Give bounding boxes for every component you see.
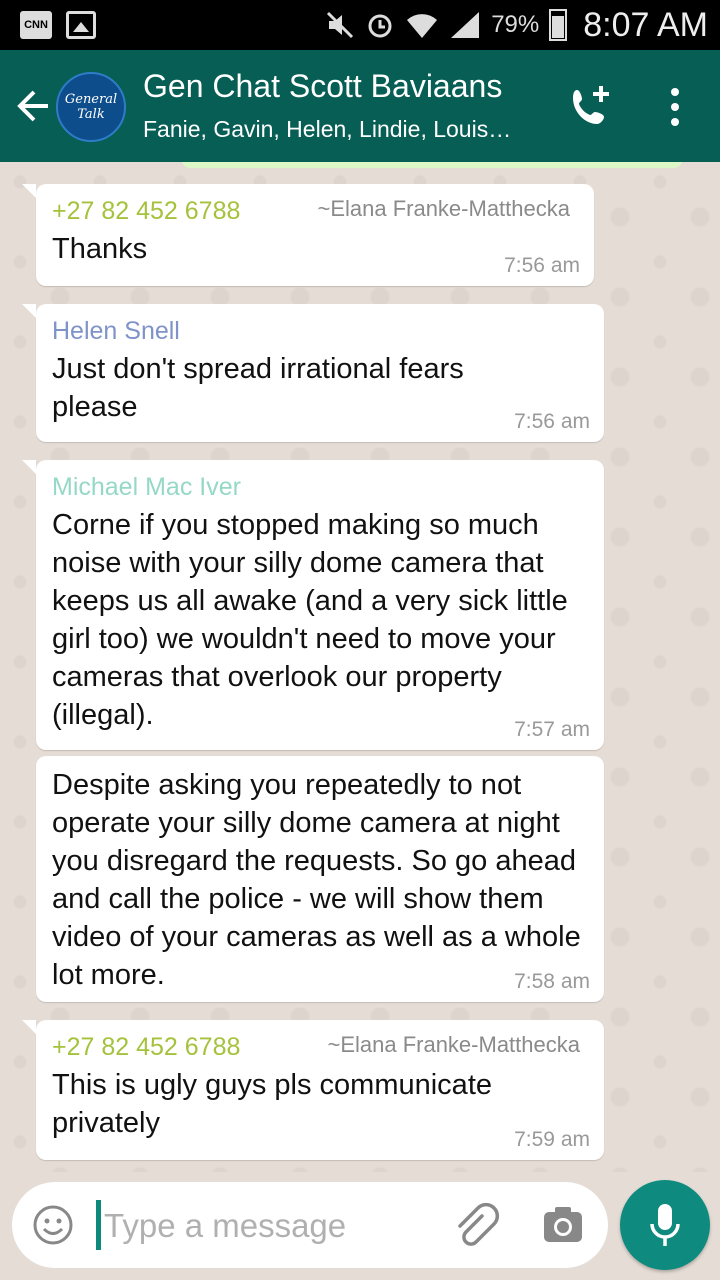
camera-icon[interactable] bbox=[542, 1204, 584, 1246]
clock: 8:07 AM bbox=[583, 5, 708, 44]
battery-percent: 79% bbox=[491, 11, 540, 38]
microphone-icon bbox=[650, 1204, 680, 1246]
message-text: Thanks bbox=[52, 233, 148, 265]
message-time: 7:59 am bbox=[514, 1128, 590, 1151]
message-list[interactable]: +27 82 452 6788 ~Elana Franke-Matthecka … bbox=[0, 162, 720, 1172]
previous-outgoing-bubble bbox=[182, 162, 682, 168]
message-composer bbox=[12, 1182, 608, 1268]
cnn-notification-icon: CNN bbox=[20, 11, 52, 39]
message-time: 7:56 am bbox=[504, 254, 580, 277]
message-bubble[interactable]: Michael Mac Iver Corne if you stopped ma… bbox=[22, 460, 604, 750]
message-bubble[interactable]: +27 82 452 6788 ~Elana Franke-Matthecka … bbox=[22, 184, 594, 286]
emoji-icon[interactable] bbox=[32, 1204, 74, 1246]
text-cursor bbox=[96, 1200, 101, 1250]
back-arrow-icon[interactable] bbox=[14, 88, 50, 124]
more-options-icon[interactable] bbox=[660, 82, 690, 132]
message-sender[interactable]: Helen Snell bbox=[52, 316, 588, 346]
add-call-icon[interactable] bbox=[565, 82, 615, 132]
alarm-icon bbox=[368, 14, 392, 38]
message-time: 7:56 am bbox=[514, 410, 590, 433]
message-input[interactable] bbox=[102, 1200, 436, 1252]
signal-icon bbox=[451, 12, 480, 38]
chat-header: General Talk Gen Chat Scott Baviaans Fan… bbox=[0, 50, 720, 162]
battery-icon bbox=[549, 9, 568, 41]
message-text: Despite asking you repeatedly to not ope… bbox=[52, 769, 581, 991]
status-bar: CNN 79% 8:07 AM bbox=[0, 0, 720, 50]
message-bubble[interactable]: +27 82 452 6788 ~Elana Franke-Matthecka … bbox=[22, 1020, 604, 1160]
message-sender[interactable]: Michael Mac Iver bbox=[52, 472, 588, 502]
message-sender-name: ~Elana Franke-Matthecka bbox=[327, 1032, 580, 1057]
image-notification-icon bbox=[66, 11, 96, 39]
wifi-icon bbox=[407, 14, 438, 38]
message-bubble[interactable]: Helen Snell Just don't spread irrational… bbox=[22, 304, 604, 442]
voice-record-button[interactable] bbox=[620, 1180, 710, 1270]
group-title[interactable]: Gen Chat Scott Baviaans bbox=[143, 68, 502, 105]
group-avatar[interactable]: General Talk bbox=[56, 72, 126, 142]
attach-icon[interactable] bbox=[452, 1202, 500, 1250]
message-text: Just don't spread irrational fears pleas… bbox=[52, 353, 464, 423]
message-time: 7:58 am bbox=[514, 970, 590, 993]
message-text: Corne if you stopped making so much nois… bbox=[52, 509, 568, 731]
message-text: This is ugly guys pls communicate privat… bbox=[52, 1069, 492, 1139]
group-members[interactable]: Fanie, Gavin, Helen, Lindie, Louis… bbox=[143, 116, 543, 143]
message-bubble[interactable]: Despite asking you repeatedly to not ope… bbox=[36, 756, 604, 1002]
mute-icon bbox=[327, 11, 354, 39]
message-sender-name: ~Elana Franke-Matthecka bbox=[317, 196, 570, 221]
message-time: 7:57 am bbox=[514, 718, 590, 741]
